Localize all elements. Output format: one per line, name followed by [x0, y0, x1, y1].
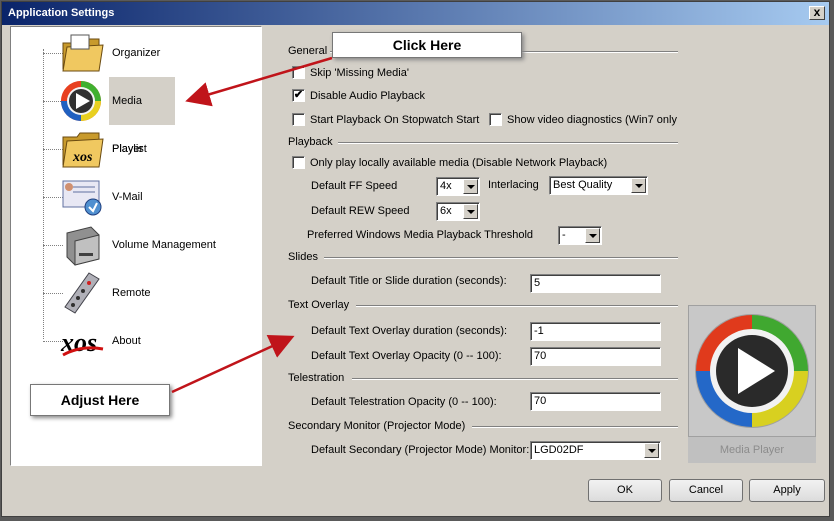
arrow-to-settings-fields: [171, 334, 295, 394]
annotation-arrows: [171, 56, 333, 394]
arrow-to-media-player: [185, 56, 333, 107]
